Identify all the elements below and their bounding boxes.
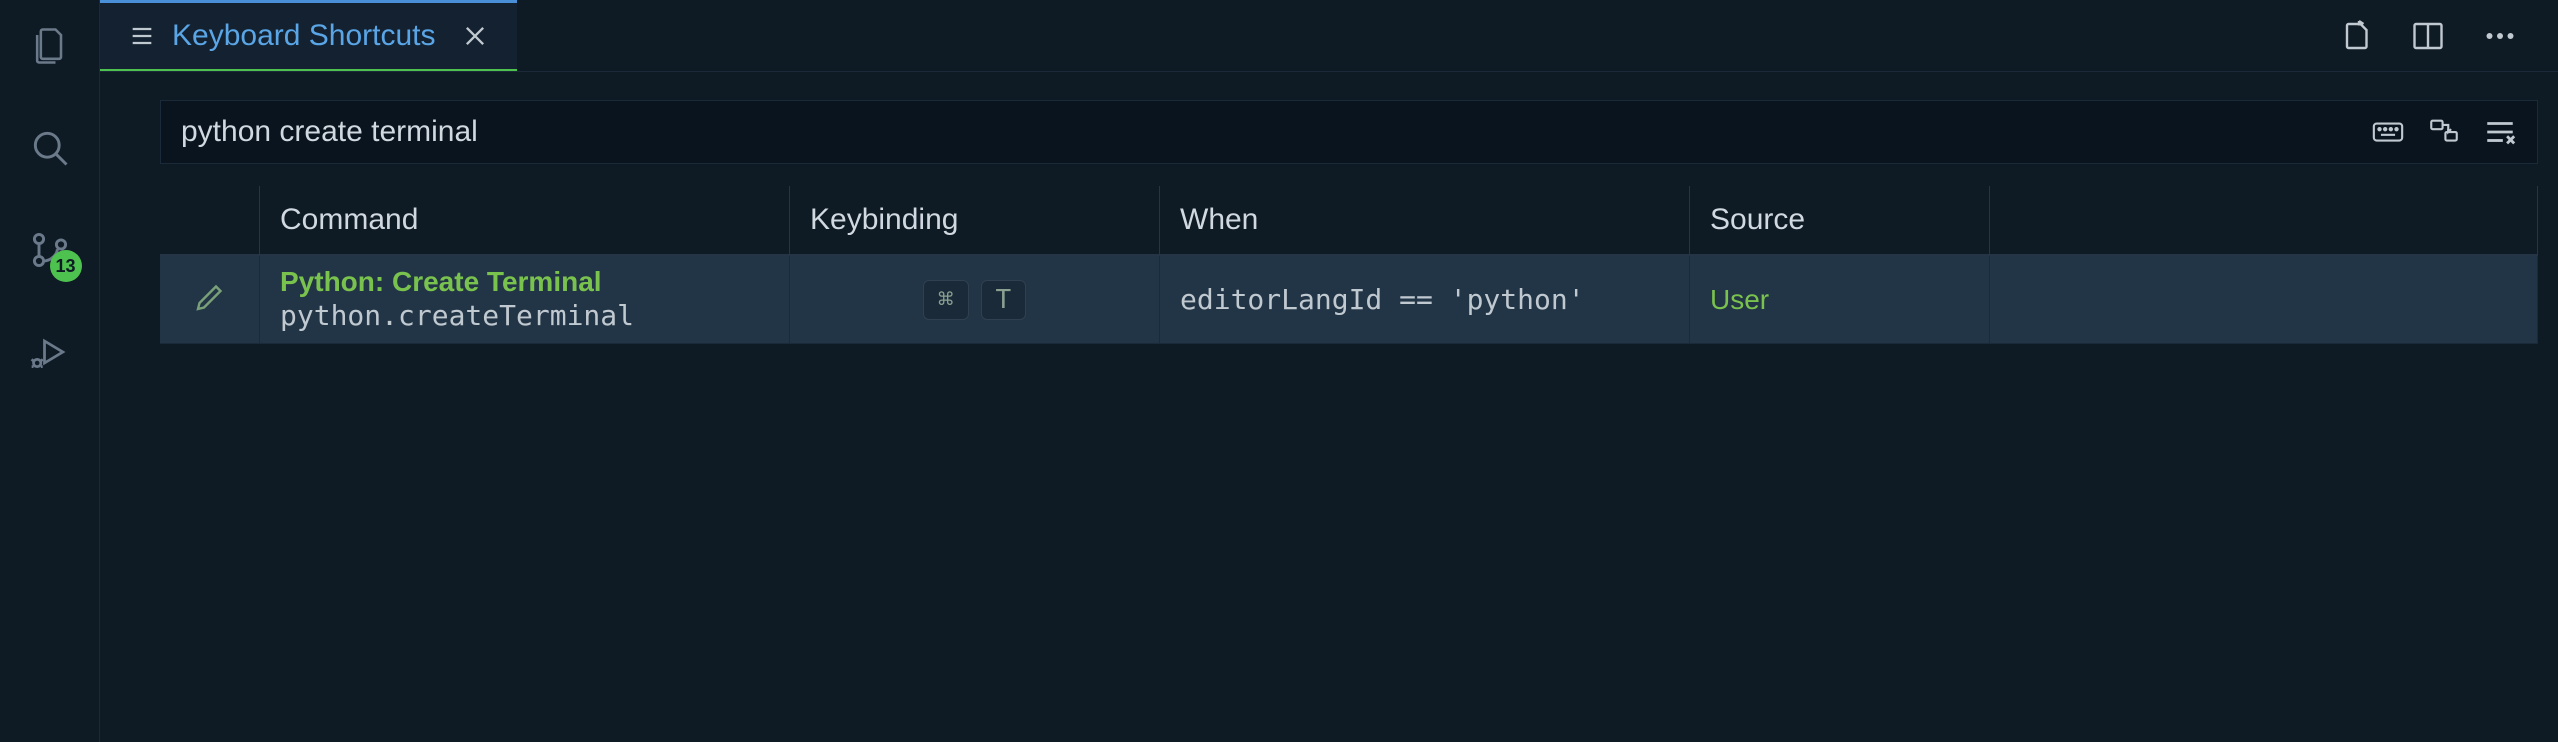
table-row[interactable]: Python: Create Terminal python.createTer… [160, 256, 2538, 344]
tab-bar: Keyboard Shortcuts [100, 0, 2558, 72]
more-actions-icon[interactable] [2482, 18, 2518, 54]
close-icon[interactable] [461, 22, 489, 50]
command-cell: Python: Create Terminal python.createTer… [260, 256, 790, 343]
editor-actions [2338, 0, 2558, 71]
key-chip: ⌘ [923, 280, 969, 320]
activity-bar: 13 [0, 0, 100, 742]
pencil-icon[interactable] [192, 279, 228, 320]
command-title: Python: Create Terminal [280, 265, 769, 299]
col-source[interactable]: Source [1690, 186, 1990, 254]
run-debug-icon[interactable] [24, 326, 76, 378]
clear-input-icon[interactable] [2483, 115, 2517, 149]
list-icon [128, 22, 156, 50]
explorer-icon[interactable] [24, 20, 76, 72]
tab-label: Keyboard Shortcuts [172, 19, 435, 53]
scm-badge: 13 [50, 250, 82, 282]
keyboard-shortcuts-view: Command Keybinding When Source [100, 72, 2558, 742]
col-keybinding[interactable]: Keybinding [790, 186, 1160, 254]
keybinding-cell: ⌘ T [790, 256, 1160, 343]
command-id: python.createTerminal [280, 298, 769, 334]
editor-area: Keyboard Shortcuts [100, 0, 2558, 742]
split-editor-icon[interactable] [2410, 18, 2446, 54]
key-chip: T [981, 280, 1027, 320]
shortcuts-table: Command Keybinding When Source [160, 186, 2538, 742]
source-control-icon[interactable]: 13 [24, 224, 76, 276]
col-command[interactable]: Command [260, 186, 790, 254]
source-cell: User [1690, 256, 1990, 343]
source-value: User [1710, 284, 1969, 316]
table-header: Command Keybinding When Source [160, 186, 2538, 256]
search-input[interactable] [181, 115, 2351, 149]
when-expression: editorLangId == 'python' [1180, 283, 1669, 316]
col-when[interactable]: When [1160, 186, 1690, 254]
tab-keyboard-shortcuts[interactable]: Keyboard Shortcuts [100, 0, 517, 71]
search-icon[interactable] [24, 122, 76, 174]
open-file-icon[interactable] [2338, 18, 2374, 54]
when-cell: editorLangId == 'python' [1160, 256, 1690, 343]
sort-precedence-icon[interactable] [2427, 115, 2461, 149]
edit-cell[interactable] [160, 256, 260, 343]
search-row [160, 100, 2538, 164]
record-keys-icon[interactable] [2371, 115, 2405, 149]
